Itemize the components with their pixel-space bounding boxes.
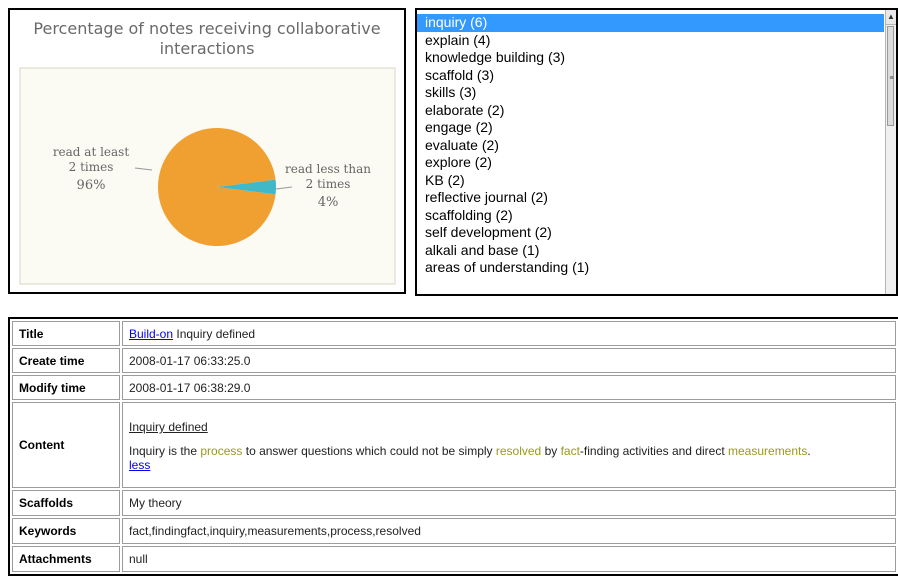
note-details-panel: Title Build-on Inquiry defined Create ti… — [8, 317, 898, 576]
chart-panel: Percentage of notes receiving collaborat… — [8, 8, 406, 294]
content-body: Inquiry is the process to answer questio… — [129, 444, 889, 472]
modify-time-value: 2008-01-17 06:38:29.0 — [122, 375, 896, 400]
keyword-option[interactable]: explore (2) — [417, 154, 884, 172]
content-title: Inquiry defined — [129, 420, 208, 434]
scroll-grip-icon: ≡ — [889, 75, 894, 82]
keyword-option[interactable]: self development (2) — [417, 224, 884, 242]
row-label: Content — [12, 402, 120, 488]
row-label: Modify time — [12, 375, 120, 400]
keyword-highlight: fact — [560, 444, 580, 458]
slice-label-1-line-2: 2 times — [306, 177, 351, 191]
content-segment: Inquiry is the — [129, 444, 201, 458]
keyword-option[interactable]: areas of understanding (1) — [417, 259, 884, 277]
keyword-option[interactable]: elaborate (2) — [417, 102, 884, 120]
note-details-table: Title Build-on Inquiry defined Create ti… — [10, 319, 898, 574]
table-row-keywords: Keywords fact,findingfact,inquiry,measur… — [12, 518, 896, 544]
content-segment: -finding activities and direct — [579, 444, 728, 458]
keyword-option[interactable]: inquiry (6) — [417, 14, 884, 32]
table-row-content: Content Inquiry defined Inquiry is the p… — [12, 402, 896, 488]
keyword-listbox[interactable]: inquiry (6) explain (4) knowledge building… — [415, 8, 898, 296]
scroll-thumb[interactable]: ≡ — [887, 26, 894, 126]
keyword-option[interactable]: skills (3) — [417, 84, 884, 102]
slice-label-0-line-1: read at least — [53, 145, 130, 159]
chart-title-line-1: Percentage of notes receiving collaborat… — [33, 19, 380, 38]
table-row-attachments: Attachments null — [12, 546, 896, 572]
pie-chart: Percentage of notes receiving collaborat… — [19, 19, 396, 285]
chart-title-line-2: interactions — [160, 39, 255, 58]
build-on-link[interactable]: Build-on — [129, 327, 173, 341]
table-row-modify-time: Modify time 2008-01-17 06:38:29.0 — [12, 375, 896, 400]
slice-label-0-line-2: 2 times — [69, 160, 114, 174]
content-segment: . — [807, 444, 811, 458]
content-segment: to answer questions which could not be s… — [242, 444, 496, 458]
table-row-scaffolds: Scaffolds My theory — [12, 490, 896, 516]
keyword-highlight: measurements — [728, 444, 808, 458]
less-link[interactable]: less — [129, 458, 150, 472]
content-segment: by — [541, 444, 561, 458]
keyword-option[interactable]: scaffold (3) — [417, 67, 884, 85]
table-row-title: Title Build-on Inquiry defined — [12, 321, 896, 346]
keyword-option[interactable]: explain (4) — [417, 32, 884, 50]
create-time-value: 2008-01-17 06:33:25.0 — [122, 348, 896, 373]
row-value: Build-on Inquiry defined — [122, 321, 896, 346]
row-label: Title — [12, 321, 120, 346]
row-label: Keywords — [12, 518, 120, 544]
keyword-option[interactable]: engage (2) — [417, 119, 884, 137]
listbox-scrollbar[interactable]: ▲ ≡ — [885, 10, 896, 294]
attachments-value: null — [122, 546, 896, 572]
row-label: Attachments — [12, 546, 120, 572]
note-title: Inquiry defined — [176, 326, 256, 341]
keyword-option[interactable]: alkali and base (1) — [417, 242, 884, 260]
scaffolds-value: My theory — [122, 490, 896, 516]
keyword-highlight: resolved — [495, 444, 542, 458]
keyword-option[interactable]: KB (2) — [417, 172, 884, 190]
row-label: Create time — [12, 348, 120, 373]
scroll-up-arrow-icon[interactable]: ▲ — [886, 10, 896, 25]
keyword-option[interactable]: knowledge building (3) — [417, 49, 884, 67]
keywords-value: fact,findingfact,inquiry,measurements,pr… — [122, 518, 896, 544]
content-text: Inquiry is the process to answer questio… — [129, 444, 811, 458]
keyword-highlight: process — [200, 444, 243, 458]
slice-percent-1: 4% — [318, 195, 339, 210]
slice-percent-0: 96% — [77, 178, 106, 193]
keyword-list: inquiry (6) explain (4) knowledge building… — [417, 10, 884, 277]
keyword-option[interactable]: evaluate (2) — [417, 137, 884, 155]
content-cell: Inquiry defined Inquiry is the process t… — [122, 402, 896, 488]
table-row-create-time: Create time 2008-01-17 06:33:25.0 — [12, 348, 896, 373]
row-label: Scaffolds — [12, 490, 120, 516]
keyword-option[interactable]: reflective journal (2) — [417, 189, 884, 207]
slice-label-1-line-1: read less than — [285, 162, 371, 176]
keyword-option[interactable]: scaffolding (2) — [417, 207, 884, 225]
